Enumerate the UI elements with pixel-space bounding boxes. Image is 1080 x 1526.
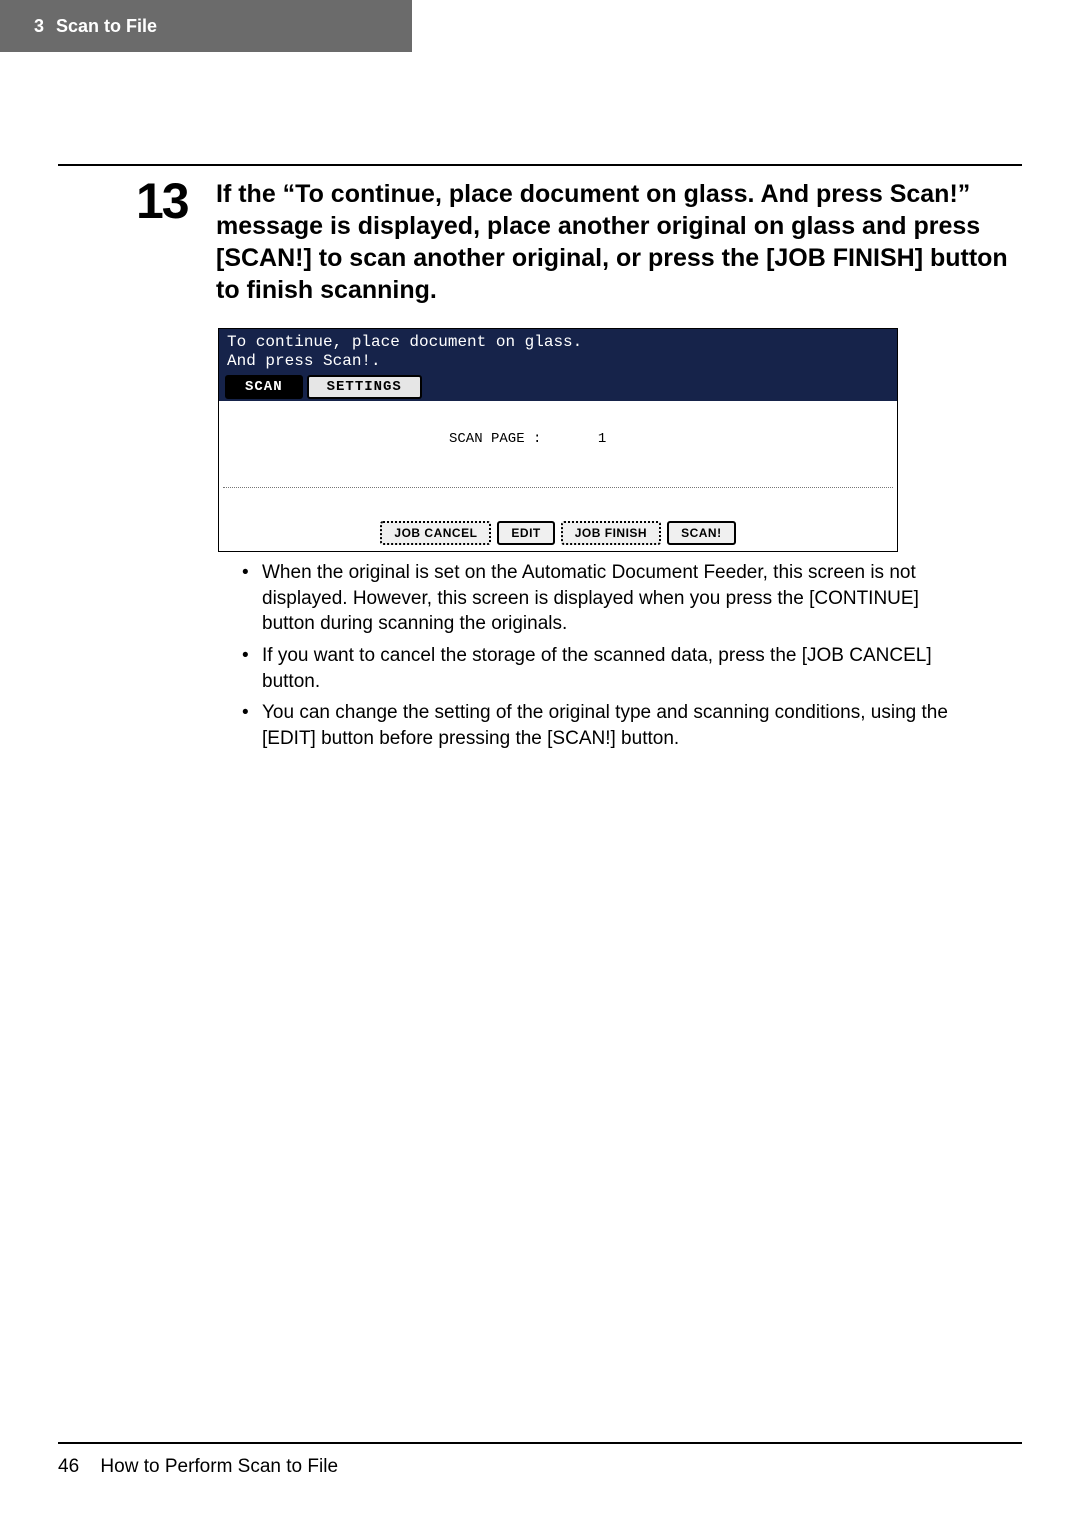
footer-rule (58, 1442, 1022, 1444)
page-footer: 46 How to Perform Scan to File (58, 1442, 1022, 1478)
panel-tabs: SCAN SETTINGS (225, 375, 422, 399)
bullet-list: When the original is set on the Automati… (242, 560, 970, 757)
chapter-title: Scan to File (56, 16, 157, 37)
message-line-1: To continue, place document on glass. (227, 333, 889, 352)
page-number: 46 (58, 1456, 79, 1477)
chapter-number: 3 (34, 16, 44, 37)
job-finish-button[interactable]: JOB FINISH (561, 521, 661, 545)
dotted-divider (223, 487, 893, 488)
bullet-item: If you want to cancel the storage of the… (242, 643, 970, 694)
scan-page-value: 1 (598, 431, 606, 447)
scan-button[interactable]: SCAN! (667, 521, 736, 545)
running-title: How to Perform Scan to File (100, 1456, 338, 1477)
scanner-screen-panel: To continue, place document on glass. An… (218, 328, 898, 552)
panel-button-row: JOB CANCEL EDIT JOB FINISH SCAN! (219, 517, 897, 553)
message-line-2: And press Scan!. (227, 352, 889, 371)
step-block: 13 If the “To continue, place document o… (144, 178, 1022, 306)
bullet-item: You can change the setting of the origin… (242, 700, 970, 751)
job-cancel-button[interactable]: JOB CANCEL (380, 521, 491, 545)
step-instruction: If the “To continue, place document on g… (216, 178, 1022, 306)
panel-body: SCAN PAGE : 1 (219, 401, 897, 517)
step-number: 13 (136, 172, 188, 230)
top-rule (58, 164, 1022, 166)
settings-tab[interactable]: SETTINGS (307, 375, 422, 399)
edit-button[interactable]: EDIT (497, 521, 554, 545)
scan-tab[interactable]: SCAN (225, 375, 303, 399)
scan-page-row: SCAN PAGE : 1 (449, 431, 606, 447)
message-bar: To continue, place document on glass. An… (219, 329, 897, 401)
scan-page-label: SCAN PAGE : (449, 431, 541, 447)
chapter-header: 3 Scan to File (0, 0, 412, 52)
bullet-item: When the original is set on the Automati… (242, 560, 970, 637)
